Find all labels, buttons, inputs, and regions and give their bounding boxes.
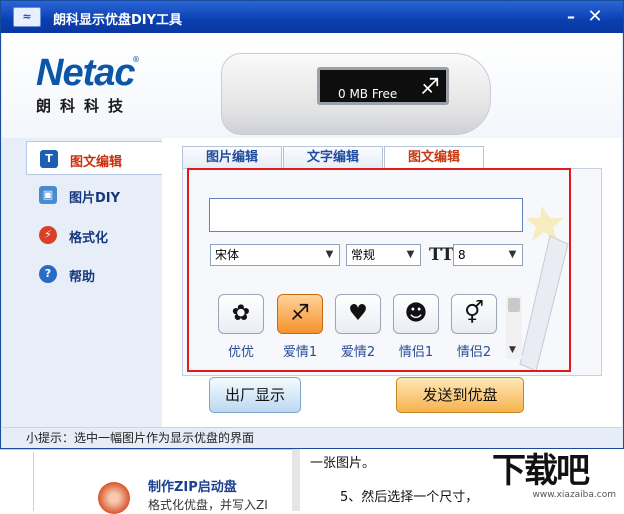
app-window: ≈ 朗科显示优盘DIY工具 – ✕ Netac ® 朗科科技 0 MB Free… bbox=[0, 0, 624, 449]
article-text-line: 5、然后选择一个尺寸， bbox=[340, 490, 479, 505]
font-style-value: 常规 bbox=[351, 248, 376, 262]
gallery-item-label: 爱情2 bbox=[340, 345, 376, 359]
sidebar-item-format[interactable]: ⚡ 格式化 bbox=[26, 218, 162, 252]
font-size-value: 8 bbox=[458, 248, 466, 262]
scroll-down-icon[interactable]: ▼ bbox=[509, 345, 516, 355]
couple-icon: ☻ bbox=[393, 294, 439, 334]
brand-name: Netac bbox=[36, 52, 135, 94]
sidebar-item-label: 格式化 bbox=[69, 231, 109, 246]
bee-icon: ✿ bbox=[218, 294, 264, 334]
gallery-scrollbar[interactable]: ▼ bbox=[506, 296, 522, 359]
background-divider bbox=[33, 452, 34, 511]
window-title: 朗科显示优盘DIY工具 bbox=[53, 13, 183, 28]
cupid-icon: ♐ bbox=[420, 75, 440, 100]
watermark-text: 下载吧 bbox=[492, 451, 590, 491]
zip-disc-icon bbox=[98, 482, 130, 514]
sidebar-item-label: 图文编辑 bbox=[70, 155, 123, 170]
gallery-item-love2[interactable]: ♥ 爱情2 bbox=[333, 293, 383, 359]
gallery-item-couple1[interactable]: ☻ 情侣1 bbox=[391, 293, 441, 359]
brand-subtitle: 朗科科技 bbox=[36, 97, 133, 115]
sidebar-item-label: 帮助 bbox=[69, 270, 96, 285]
watermark-url: www.xiazaiba.com bbox=[532, 490, 616, 500]
help-icon: ? bbox=[39, 265, 57, 283]
tab-picture-edit[interactable]: 图片编辑 bbox=[182, 146, 282, 168]
brand-logo: Netac ® 朗科科技 bbox=[36, 52, 140, 116]
display-text-input[interactable] bbox=[209, 198, 523, 232]
gender-symbol-icon: ⚥ bbox=[451, 294, 497, 334]
cupid-icon: ♐ bbox=[277, 294, 323, 334]
scrollbar-thumb[interactable] bbox=[508, 298, 520, 312]
chevron-down-icon: ▼ bbox=[406, 249, 415, 260]
chevron-down-icon: ▼ bbox=[325, 249, 334, 260]
usb-display-screen: 0 MB Free ♐ bbox=[317, 67, 449, 105]
gallery-item-label: 优优 bbox=[227, 345, 254, 359]
font-select[interactable]: 宋体 ▼ bbox=[210, 244, 340, 266]
sidebar: T 图文编辑 ▣ 图片DIY ⚡ 格式化 ? 帮助 bbox=[2, 138, 162, 427]
gallery-item-couple2[interactable]: ⚥ 情侣2 bbox=[449, 293, 499, 359]
heart-icon: ♥ bbox=[335, 294, 381, 334]
article-text-line: 一张图片。 bbox=[310, 456, 376, 471]
background-heading[interactable]: 制作ZIP启动盘 bbox=[148, 476, 237, 495]
text-image-edit-icon: T bbox=[40, 150, 58, 168]
tab-text-edit[interactable]: 文字编辑 bbox=[283, 146, 383, 168]
watermark-logo: 下载吧 www.xiazaiba.com bbox=[492, 452, 622, 511]
app-logo-icon: ≈ bbox=[13, 7, 41, 27]
format-lightning-icon: ⚡ bbox=[39, 226, 57, 244]
font-style-select[interactable]: 常规 ▼ bbox=[346, 244, 421, 266]
tab-text-image-edit[interactable]: 图文编辑 bbox=[384, 146, 484, 168]
factory-display-button[interactable]: 出厂显示 bbox=[209, 377, 301, 413]
close-button[interactable]: ✕ bbox=[585, 7, 605, 27]
sidebar-item-help[interactable]: ? 帮助 bbox=[26, 257, 162, 291]
gallery-item-label: 情侣2 bbox=[456, 345, 492, 359]
usb-free-space: 0 MB Free bbox=[338, 87, 398, 101]
registered-mark: ® bbox=[132, 55, 140, 64]
sidebar-item-label: 图片DIY bbox=[69, 191, 121, 206]
send-to-usb-button[interactable]: 发送到优盘 bbox=[396, 377, 524, 413]
font-size-icon: TT bbox=[429, 245, 454, 265]
chevron-down-icon: ▼ bbox=[508, 249, 517, 260]
gallery-item-label: 情侣1 bbox=[398, 345, 434, 359]
gallery-item-youyou[interactable]: ✿ 优优 bbox=[216, 293, 266, 359]
title-bar[interactable]: ≈ 朗科显示优盘DIY工具 – ✕ bbox=[1, 1, 623, 33]
picture-icon: ▣ bbox=[39, 186, 57, 204]
minimize-button[interactable]: – bbox=[561, 7, 581, 27]
background-scrollbar[interactable] bbox=[292, 449, 300, 511]
font-size-select[interactable]: 8 ▼ bbox=[453, 244, 523, 266]
background-description: 格式化优盘，并写入ZI bbox=[148, 498, 268, 512]
hint-bar: 小提示：选中一幅图片作为显示优盘的界面 bbox=[2, 427, 622, 448]
font-select-value: 宋体 bbox=[215, 248, 240, 262]
gallery-item-label: 爱情1 bbox=[282, 345, 318, 359]
gallery-item-love1[interactable]: ♐ 爱情1 bbox=[275, 293, 325, 359]
image-gallery: ✿ 优优 ♐ 爱情1 ♥ 爱情2 ☻ 情侣1 ⚥ 情侣2 bbox=[209, 291, 505, 359]
sidebar-item-picture-diy[interactable]: ▣ 图片DIY bbox=[26, 178, 162, 212]
header-banner: Netac ® 朗科科技 bbox=[2, 33, 622, 138]
sidebar-item-text-image-edit[interactable]: T 图文编辑 bbox=[26, 141, 162, 175]
